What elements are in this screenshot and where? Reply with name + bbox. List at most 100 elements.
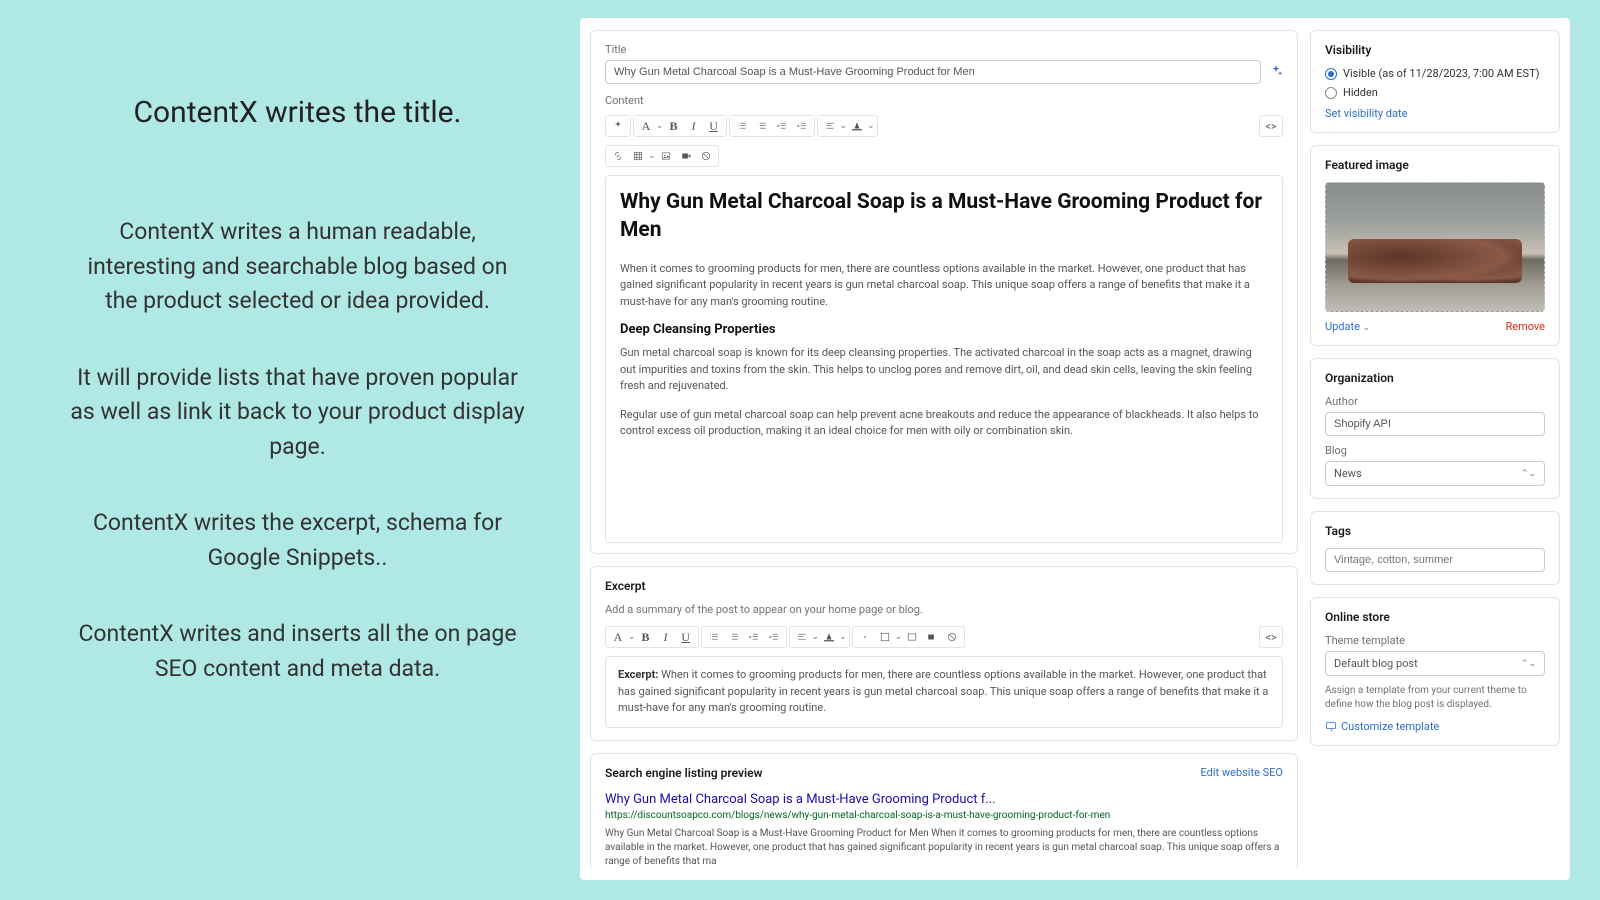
image-button[interactable] [656, 146, 676, 166]
clear-format-button[interactable] [942, 627, 962, 647]
image-button[interactable] [902, 627, 922, 647]
tags-card: Tags [1310, 511, 1560, 585]
seo-preview-card: Search engine listing preview Edit websi… [590, 753, 1298, 869]
visibility-visible-label: Visible (as of 11/28/2023, 7:00 AM EST) [1343, 67, 1539, 80]
underline-button[interactable]: U [704, 116, 724, 136]
marketing-copy-pane: ContentX writes the title. ContentX writ… [0, 0, 580, 900]
bold-button[interactable]: B [636, 627, 656, 647]
featured-image-card: Featured image Update ⌄ Remove [1310, 145, 1560, 346]
table-button[interactable] [875, 627, 895, 647]
chevron-updown-icon: ⌃⌄ [1521, 469, 1536, 479]
underline-button[interactable]: U [676, 627, 696, 647]
radio-unchecked-icon [1325, 87, 1337, 99]
chevron-updown-icon: ⌃⌄ [1521, 659, 1536, 669]
excerpt-title: Excerpt [605, 579, 1283, 593]
featured-image-title: Featured image [1325, 158, 1545, 172]
align-button[interactable] [792, 627, 812, 647]
content-subheading: Deep Cleansing Properties [620, 322, 1268, 337]
seo-title-label: Search engine listing preview [605, 766, 762, 780]
tags-title: Tags [1325, 524, 1545, 538]
video-button[interactable] [922, 627, 942, 647]
text-color-button[interactable] [819, 627, 839, 647]
numbered-list-button[interactable]: 1 [752, 116, 772, 136]
seo-url: https://discountsoapco.com/blogs/news/wh… [605, 809, 1283, 823]
italic-button[interactable]: I [656, 627, 676, 647]
visibility-title: Visibility [1325, 43, 1545, 57]
tags-input[interactable] [1325, 548, 1545, 572]
marketing-paragraph-4: ContentX writes and inserts all the on p… [70, 617, 525, 686]
content-heading: Why Gun Metal Charcoal Soap is a Must-Ha… [620, 188, 1268, 245]
link-button[interactable] [608, 146, 628, 166]
content-editor[interactable]: Why Gun Metal Charcoal Soap is a Must-Ha… [605, 175, 1283, 543]
excerpt-prefix: Excerpt: [618, 668, 658, 681]
align-button[interactable] [820, 116, 840, 136]
outdent-button[interactable] [744, 627, 764, 647]
indent-button[interactable] [764, 627, 784, 647]
marketing-paragraph-2: It will provide lists that have proven p… [70, 361, 525, 465]
excerpt-card: Excerpt Add a summary of the post to app… [590, 566, 1298, 741]
svg-text:1: 1 [757, 122, 759, 125]
excerpt-text: When it comes to grooming products for m… [618, 668, 1268, 714]
content-paragraph: Gun metal charcoal soap is known for its… [620, 345, 1268, 395]
italic-button[interactable]: I [684, 116, 704, 136]
radio-checked-icon [1325, 68, 1337, 80]
video-button[interactable] [676, 146, 696, 166]
title-input[interactable] [605, 60, 1261, 84]
font-family-button[interactable]: A [636, 116, 656, 136]
blog-editor-panel: Title Content A ⌄ B I U 1 [580, 18, 1570, 880]
template-select[interactable]: Default blog post ⌃⌄ [1325, 651, 1545, 676]
marketing-heading: ContentX writes the title. [70, 90, 525, 135]
bullet-list-button[interactable] [732, 116, 752, 136]
update-image-button[interactable]: Update ⌄ [1325, 320, 1370, 333]
main-column: Title Content A ⌄ B I U 1 [590, 30, 1298, 868]
content-toolbar: A⌄ B I U 1 ⌄ ⌄ <> [605, 115, 1283, 137]
edit-seo-link[interactable]: Edit website SEO [1201, 766, 1284, 779]
blog-select[interactable]: News ⌃⌄ [1325, 461, 1545, 486]
seo-description: Why Gun Metal Charcoal Soap is a Must-Ha… [605, 827, 1283, 869]
ai-sparkle-icon[interactable] [1269, 64, 1283, 78]
title-content-card: Title Content A ⌄ B I U 1 [590, 30, 1298, 554]
title-label: Title [605, 43, 1261, 56]
customize-template-link[interactable]: Customize template [1325, 720, 1545, 733]
visibility-hidden-option[interactable]: Hidden [1325, 86, 1545, 99]
indent-button[interactable] [792, 116, 812, 136]
numbered-list-button[interactable] [724, 627, 744, 647]
outdent-button[interactable] [772, 116, 792, 136]
set-visibility-date-link[interactable]: Set visibility date [1325, 107, 1545, 120]
content-toolbar-row-2: ⌄ [605, 145, 1283, 167]
excerpt-editor[interactable]: Excerpt: When it comes to grooming produ… [605, 656, 1283, 728]
template-note: Assign a template from your current them… [1325, 684, 1545, 712]
table-button[interactable] [628, 146, 648, 166]
link-button[interactable] [855, 627, 875, 647]
excerpt-toolbar: A⌄ B I U ⌄ ⌄ ⌄ [605, 626, 1283, 648]
bold-button[interactable]: B [664, 116, 684, 136]
code-view-button[interactable]: <> [1259, 626, 1283, 648]
bullet-list-button[interactable] [704, 627, 724, 647]
template-label: Theme template [1325, 634, 1545, 647]
code-view-button[interactable]: <> [1259, 115, 1283, 137]
author-label: Author [1325, 395, 1545, 408]
visibility-card: Visibility Visible (as of 11/28/2023, 7:… [1310, 30, 1560, 133]
featured-image-preview[interactable] [1325, 182, 1545, 312]
marketing-paragraph-1: ContentX writes a human readable, intere… [70, 215, 525, 319]
content-paragraph: When it comes to grooming products for m… [620, 261, 1268, 311]
template-select-value: Default blog post [1334, 657, 1418, 670]
text-color-button[interactable] [847, 116, 867, 136]
visibility-hidden-label: Hidden [1343, 86, 1378, 99]
blog-label: Blog [1325, 444, 1545, 457]
organization-title: Organization [1325, 371, 1545, 385]
excerpt-help-text: Add a summary of the post to appear on y… [605, 603, 1283, 616]
content-label: Content [605, 94, 1283, 107]
author-input[interactable] [1325, 412, 1545, 436]
seo-page-title: Why Gun Metal Charcoal Soap is a Must-Ha… [605, 792, 1283, 807]
clear-format-button[interactable] [696, 146, 716, 166]
online-store-card: Online store Theme template Default blog… [1310, 597, 1560, 746]
blog-select-value: News [1334, 467, 1362, 480]
marketing-paragraph-3: ContentX writes the excerpt, schema for … [70, 506, 525, 575]
remove-image-button[interactable]: Remove [1505, 320, 1545, 333]
font-family-button[interactable]: A [608, 627, 628, 647]
ai-sparkle-icon[interactable] [608, 116, 628, 136]
visibility-visible-option[interactable]: Visible (as of 11/28/2023, 7:00 AM EST) [1325, 67, 1545, 80]
organization-card: Organization Author Blog News ⌃⌄ [1310, 358, 1560, 499]
paint-icon [1325, 721, 1337, 733]
